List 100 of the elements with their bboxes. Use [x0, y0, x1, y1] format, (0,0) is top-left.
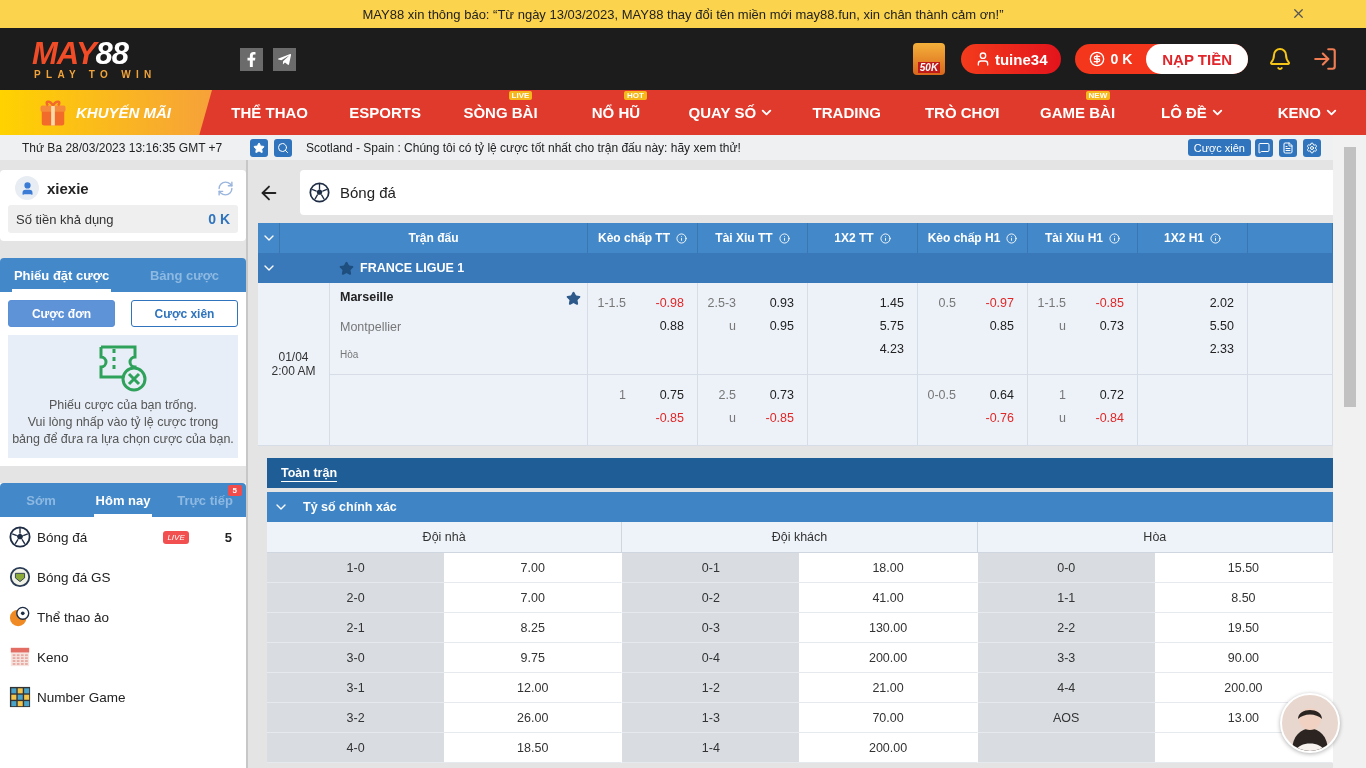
score-cell: 1-0	[267, 553, 445, 582]
score-cell: 3-0	[267, 643, 445, 672]
odds-cell[interactable]: 15.50	[1154, 553, 1332, 582]
odds-cell[interactable]: 18.00	[799, 553, 977, 582]
odds-value[interactable]: 1.45	[860, 295, 904, 310]
nav-link[interactable]: ESPORTS	[327, 90, 443, 135]
sport-item[interactable]: Thể thao ảo	[0, 597, 246, 637]
parlay-button[interactable]: Cược xiên	[1187, 139, 1251, 156]
odds-cell[interactable]: 9.75	[444, 643, 622, 672]
odds-value[interactable]: 0.88	[640, 318, 684, 333]
odds-value[interactable]: 4.23	[860, 341, 904, 356]
star-icon[interactable]	[566, 291, 581, 306]
document-icon[interactable]	[1279, 138, 1297, 157]
odds-cell[interactable]: 41.00	[799, 583, 977, 612]
nav-link[interactable]: NEW GAME BÀI	[1019, 90, 1136, 135]
odds-value[interactable]: -0.97	[970, 295, 1014, 310]
odds-cell[interactable]: 7.00	[444, 583, 622, 612]
settings-icon[interactable]	[1303, 138, 1321, 157]
bet-type-button[interactable]: Cược xiên	[131, 300, 238, 327]
handicap-line: u	[728, 318, 737, 333]
nav-link[interactable]: QUAY SỐ	[673, 90, 790, 135]
odds-cell[interactable]: 200.00	[799, 733, 977, 762]
odds-cell[interactable]: 18.50	[444, 733, 622, 762]
sport-item[interactable]: Number Game	[0, 677, 246, 717]
odds-value[interactable]: 0.75	[640, 387, 684, 402]
info-icon[interactable]	[676, 232, 687, 244]
odds-value[interactable]: 0.93	[750, 295, 794, 310]
nav-link[interactable]: THỂ THAO	[212, 90, 328, 135]
gift-bonus-icon[interactable]: 50K	[912, 43, 945, 75]
odds-cell[interactable]: 8.25	[444, 613, 622, 642]
sport-tab[interactable]: Hôm nay	[82, 483, 164, 517]
search-icon[interactable]	[274, 138, 292, 157]
odds-cell[interactable]: 12.00	[444, 673, 622, 702]
info-icon[interactable]	[1109, 232, 1120, 244]
odds-value[interactable]: 2.33	[1190, 341, 1234, 356]
odds-value[interactable]: 0.64	[970, 387, 1014, 402]
odds-cell[interactable]: 200.00	[799, 643, 977, 672]
odds-cell[interactable]: 200.00	[1154, 673, 1332, 702]
bonus-label: 50K	[917, 62, 941, 73]
close-icon[interactable]	[1291, 6, 1306, 21]
deposit-button[interactable]: NẠP TIỀN	[1146, 44, 1248, 74]
odds-value[interactable]: -0.85	[1080, 295, 1124, 310]
odds-value[interactable]: -0.84	[1080, 410, 1124, 425]
odds-cell[interactable]: 7.00	[444, 553, 622, 582]
score-cell: 3-2	[267, 703, 445, 732]
odds-value[interactable]: 0.95	[750, 318, 794, 333]
odds-value[interactable]: 0.72	[1080, 387, 1124, 402]
ticket-cancel-icon	[97, 343, 149, 393]
score-cell: AOS	[977, 703, 1155, 732]
odds-value[interactable]: -0.98	[640, 295, 684, 310]
scrollbar[interactable]	[1333, 135, 1366, 768]
score-cell: 1-4	[622, 733, 800, 762]
sport-item[interactable]: Bóng đá LIVE 5	[0, 517, 246, 557]
odds-value[interactable]: 0.73	[750, 387, 794, 402]
nav-link[interactable]: KENO	[1250, 90, 1366, 135]
odds-cell[interactable]: 21.00	[799, 673, 977, 702]
sport-item[interactable]: Keno	[0, 637, 246, 677]
odds-cell[interactable]: 26.00	[444, 703, 622, 732]
nav-link[interactable]: LÔ ĐỀ	[1135, 90, 1251, 135]
star-icon[interactable]	[339, 260, 354, 276]
sport-item[interactable]: Bóng đá GS	[0, 557, 246, 597]
league-name: FRANCE LIGUE 1	[360, 261, 465, 275]
odds-value[interactable]: 0.73	[1080, 318, 1124, 333]
period-tab[interactable]: Toàn trận	[275, 465, 344, 481]
facebook-icon[interactable]	[240, 47, 263, 71]
odds-cell[interactable]: 90.00	[1154, 643, 1332, 672]
info-icon[interactable]	[1006, 232, 1018, 244]
telegram-icon[interactable]	[273, 47, 296, 71]
odds-value[interactable]: -0.85	[750, 410, 794, 425]
nav-link[interactable]: TRÒ CHƠI	[904, 90, 1020, 135]
logout-icon[interactable]	[1312, 46, 1338, 72]
nav-badge: HOT	[623, 91, 647, 100]
odds-value[interactable]: 5.75	[860, 318, 904, 333]
balance-amount: 0 K	[208, 211, 230, 227]
chat-icon[interactable]	[1255, 138, 1273, 157]
handicap-line: 2.5-3	[706, 295, 737, 310]
info-icon[interactable]	[879, 232, 891, 244]
odds-cell[interactable]: 19.50	[1154, 613, 1332, 642]
odds-value[interactable]: 0.85	[970, 318, 1014, 333]
user-button[interactable]: tuine34	[960, 44, 1062, 74]
moon-ball-icon	[9, 606, 31, 628]
info-icon[interactable]	[1210, 232, 1221, 244]
odds-value[interactable]: -0.85	[640, 410, 684, 425]
number-grid-icon	[9, 686, 31, 708]
nav-link[interactable]: HOT NỔ HŨ	[558, 90, 674, 135]
slip-tab[interactable]: Phiếu đặt cược	[0, 258, 123, 292]
sport-tab[interactable]: Trực tiếp 5	[164, 483, 246, 517]
odds-value[interactable]: -0.76	[970, 410, 1014, 425]
nav-link[interactable]: TRADING	[789, 90, 905, 135]
odds-value[interactable]: 2.02	[1190, 295, 1234, 310]
logo[interactable]: MAY88	[32, 38, 129, 69]
odds-cell[interactable]: 130.00	[799, 613, 977, 642]
odds-cell[interactable]: 8.50	[1154, 583, 1332, 612]
nav-badge: LIVE	[508, 91, 533, 100]
odds-value[interactable]: 5.50	[1190, 318, 1234, 333]
shield-ball-icon	[9, 566, 31, 588]
odds-cell[interactable]: 70.00	[799, 703, 977, 732]
bell-icon[interactable]	[1268, 47, 1292, 71]
info-icon[interactable]	[778, 232, 790, 244]
nav-link[interactable]: LIVE SÒNG BÀI	[442, 90, 559, 135]
